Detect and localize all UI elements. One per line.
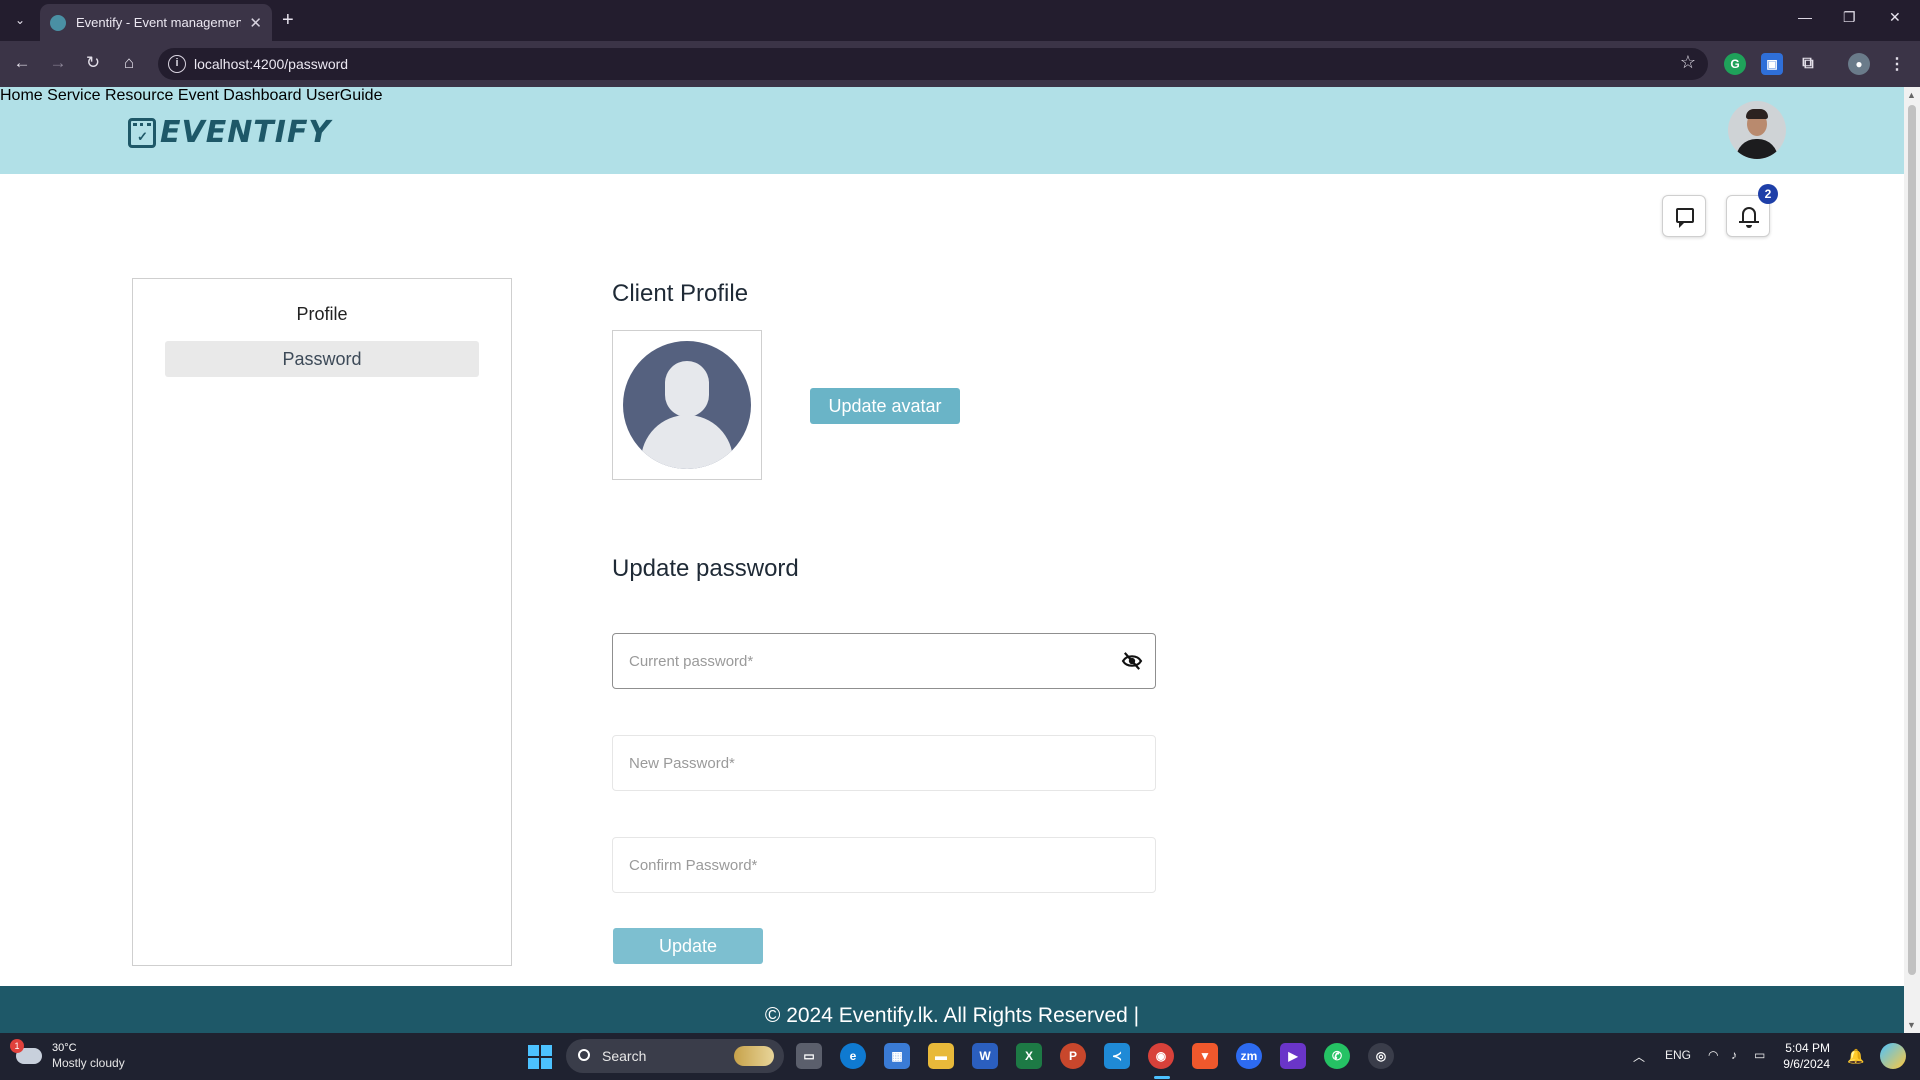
scroll-up-icon[interactable]: ▲ (1907, 90, 1916, 100)
page-scrollbar[interactable]: ▲ ▼ (1904, 87, 1920, 1033)
language-indicator[interactable]: ENG (1665, 1048, 1691, 1062)
update-password-title: Update password (612, 555, 799, 582)
browser-menu-icon[interactable]: ⋮ (1886, 53, 1908, 75)
browser-tab-strip: ⌄ Eventify - Event management s ✕ + — ❐ … (0, 0, 1920, 41)
weather-alert-badge: 1 (10, 1039, 24, 1053)
weather-temperature: 30°C (52, 1042, 77, 1054)
confirm-password-input[interactable] (629, 838, 1099, 892)
confirm-password-field[interactable] (612, 837, 1156, 893)
windows-start-icon[interactable] (528, 1045, 552, 1069)
new-password-input[interactable] (629, 736, 1099, 790)
zoom-icon[interactable]: zm (1236, 1043, 1262, 1069)
site-header: EVENTIFY Home Service Resource Event Das… (0, 87, 1904, 174)
tab-close-icon[interactable]: ✕ (249, 14, 262, 32)
browser-tab-active[interactable]: Eventify - Event management s ✕ (40, 4, 272, 41)
address-bar[interactable]: i localhost:4200/password ☆ (158, 48, 1708, 80)
nav-resource[interactable]: Resource (105, 87, 173, 104)
main-nav: Home Service Resource Event Dashboard Us… (0, 87, 1904, 105)
tray-overflow-icon[interactable]: ︿ (1633, 1048, 1645, 1065)
cloud-weather-icon: 1 (10, 1039, 42, 1064)
excel-icon[interactable]: X (1016, 1043, 1042, 1069)
chrome-icon[interactable]: ◉ (1148, 1043, 1174, 1069)
notification-badge: 2 (1758, 184, 1778, 204)
weather-condition: Mostly cloudy (52, 1056, 125, 1070)
word-icon[interactable]: W (972, 1043, 998, 1069)
bell-icon (1742, 207, 1756, 222)
grammarly-extension-icon[interactable]: G (1724, 53, 1746, 75)
sidebar-item-password[interactable]: Password (165, 341, 479, 377)
logo-text: EVENTIFY (160, 115, 332, 150)
current-password-field[interactable] (612, 633, 1156, 689)
new-tab-icon[interactable]: + (282, 8, 294, 32)
search-icon (578, 1049, 590, 1061)
restore-icon[interactable]: ❐ (1843, 9, 1856, 26)
default-user-avatar-icon (623, 341, 751, 469)
volume-icon[interactable]: ♪ (1731, 1048, 1737, 1062)
battery-icon[interactable]: ▭ (1754, 1048, 1765, 1062)
obs-icon[interactable]: ◎ (1368, 1043, 1394, 1069)
brave-icon[interactable]: ▼ (1192, 1043, 1218, 1069)
user-avatar[interactable] (1728, 101, 1786, 159)
address-url: localhost:4200/password (194, 56, 349, 72)
nav-service[interactable]: Service (47, 87, 100, 104)
profile-avatar-frame (612, 330, 762, 480)
back-icon[interactable]: ← (11, 53, 33, 73)
chat-icon (1676, 208, 1694, 228)
footer-copyright: © 2024 Eventify.lk. All Rights Reserved … (764, 1004, 1140, 1027)
profile-icon[interactable]: ● (1848, 53, 1870, 75)
tab-title: Eventify - Event management s (76, 15, 242, 30)
whatsapp-icon[interactable]: ✆ (1324, 1043, 1350, 1069)
site-footer: © 2024 Eventify.lk. All Rights Reserved … (0, 986, 1904, 1033)
site-info-icon[interactable]: i (168, 55, 186, 73)
bookmark-star-icon[interactable]: ☆ (1680, 52, 1696, 73)
minimize-icon[interactable]: — (1798, 9, 1812, 25)
extensions-puzzle-icon[interactable]: ⧉ (1797, 53, 1819, 75)
nav-dashboard[interactable]: Dashboard (223, 87, 301, 104)
nav-userguide[interactable]: UserGuide (306, 87, 382, 104)
eye-off-icon[interactable] (1121, 652, 1143, 670)
store-icon[interactable]: ▦ (884, 1043, 910, 1069)
vscode-icon[interactable]: ≺ (1104, 1043, 1130, 1069)
home-icon[interactable]: ⌂ (118, 53, 140, 73)
active-app-indicator (1154, 1076, 1170, 1079)
new-password-field[interactable] (612, 735, 1156, 791)
scrollbar-thumb[interactable] (1908, 105, 1916, 975)
nav-home[interactable]: Home (0, 87, 43, 104)
visual-studio-icon[interactable]: ▶ (1280, 1043, 1306, 1069)
taskbar-search-label: Search (602, 1048, 647, 1064)
taskbar-search[interactable]: Search (566, 1039, 784, 1073)
calendar-logo-icon (128, 117, 156, 148)
reload-icon[interactable]: ↻ (82, 53, 104, 73)
client-profile-title: Client Profile (612, 280, 749, 307)
task-view-icon[interactable]: ▭ (796, 1043, 822, 1069)
taskbar-clock[interactable]: 5:04 PM 9/6/2024 (1772, 1040, 1830, 1072)
clock-date: 9/6/2024 (1783, 1057, 1830, 1071)
eventify-logo[interactable]: EVENTIFY (128, 115, 331, 150)
tab-search-dropdown-icon[interactable]: ⌄ (8, 8, 32, 32)
current-password-input[interactable] (629, 634, 1099, 688)
windows-taskbar: 1 30°C Mostly cloudy Search ▭ e ▦ ▬ W X … (0, 1033, 1920, 1080)
update-password-button[interactable]: Update (613, 928, 763, 964)
chat-button[interactable] (1662, 195, 1706, 237)
window-close-icon[interactable]: ✕ (1889, 9, 1901, 26)
browser-toolbar: ← → ↻ ⌂ i localhost:4200/password ☆ G ▣ … (0, 41, 1920, 87)
forward-icon[interactable]: → (47, 53, 69, 73)
copilot-icon[interactable] (1880, 1043, 1906, 1069)
extension-icon[interactable]: ▣ (1761, 53, 1783, 75)
profile-sidebar: Profile Password (132, 278, 512, 966)
search-highlight-icon (734, 1046, 774, 1066)
notification-center-icon[interactable]: 🔔 (1847, 1048, 1864, 1065)
file-explorer-icon[interactable]: ▬ (928, 1043, 954, 1069)
sidebar-item-profile[interactable]: Profile (165, 296, 479, 332)
edge-icon[interactable]: e (840, 1043, 866, 1069)
weather-widget[interactable]: 1 30°C Mostly cloudy (10, 1039, 125, 1071)
nav-event[interactable]: Event (178, 87, 219, 104)
update-avatar-button[interactable]: Update avatar (810, 388, 960, 424)
clock-time: 5:04 PM (1785, 1041, 1830, 1055)
wifi-icon[interactable]: ◠ (1708, 1048, 1718, 1062)
scroll-down-icon[interactable]: ▼ (1907, 1020, 1916, 1030)
tab-favicon-icon (50, 14, 66, 31)
powerpoint-icon[interactable]: P (1060, 1043, 1086, 1069)
page-viewport: EVENTIFY Home Service Resource Event Das… (0, 87, 1904, 1033)
